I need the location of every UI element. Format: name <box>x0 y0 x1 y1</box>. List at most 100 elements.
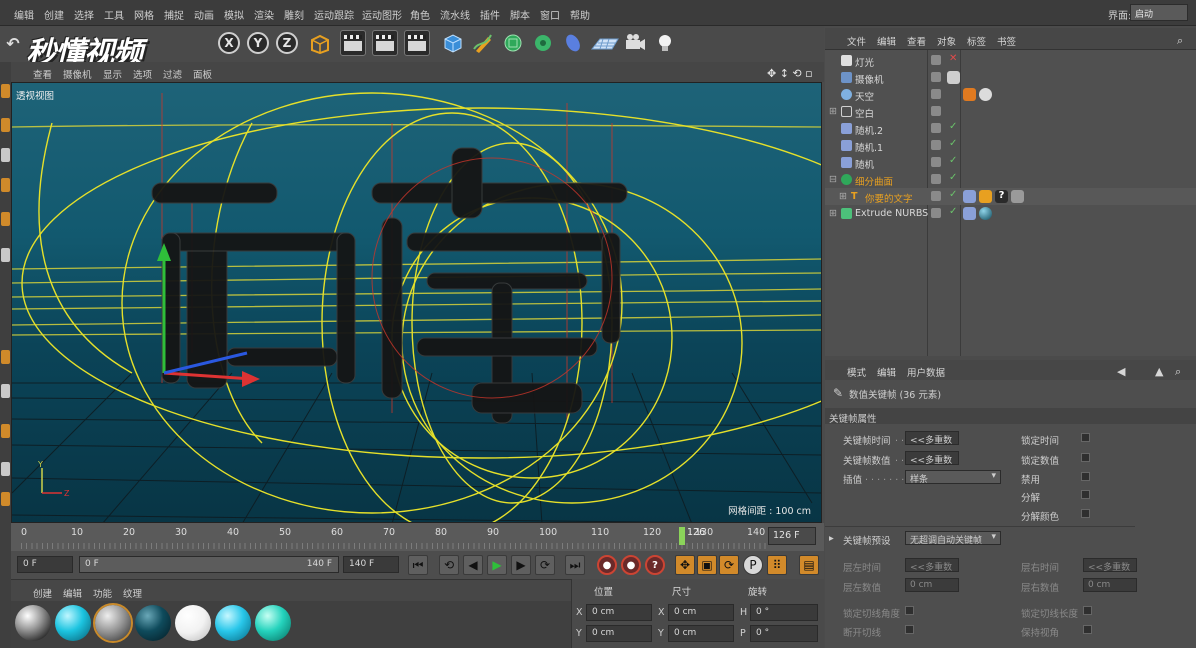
menu-item-help[interactable]: 帮助 <box>570 7 590 22</box>
viewport-menu-filter[interactable]: 过滤 <box>163 67 182 81</box>
menu-item-render[interactable]: 渲染 <box>254 7 274 22</box>
y-axis-lock-button[interactable]: Y <box>247 32 269 54</box>
object-row[interactable]: 天空 <box>825 86 1196 103</box>
cloner-icon[interactable] <box>530 30 556 56</box>
start-frame-field[interactable]: 0 F <box>17 556 73 573</box>
keyframe-preset-dropdown[interactable]: 无超调自动关键帧 ▾ <box>905 531 1001 546</box>
up-arrow-icon[interactable]: ▲ <box>1155 365 1163 378</box>
keep-visual-angle-checkbox[interactable] <box>1083 625 1092 634</box>
visibility-flag[interactable] <box>931 140 941 150</box>
keyframe-selection-icon[interactable]: ? <box>645 555 665 575</box>
lock-tangent-angle-checkbox[interactable] <box>905 606 914 615</box>
z-axis-lock-button[interactable]: Z <box>276 32 298 54</box>
visibility-flag[interactable] <box>931 72 941 82</box>
object-row[interactable]: 灯光 ✕ <box>825 52 1196 69</box>
effector-tag-icon[interactable] <box>979 190 992 203</box>
tool-snap-icon[interactable] <box>1 424 10 438</box>
next-frame-icon[interactable]: ▶ <box>511 555 531 575</box>
object-row[interactable]: 摄像机 <box>825 69 1196 86</box>
viewport-navigation-icon[interactable]: ✥ ↕ ⟲ ▫ <box>767 67 813 80</box>
visibility-flag[interactable] <box>931 208 941 218</box>
material-swatch-selected[interactable] <box>93 603 133 643</box>
object-row-selected[interactable]: ⊞ T 你要的文字 ✓ ? <box>825 188 1196 205</box>
viewport-menu-panel[interactable]: 面板 <box>193 67 212 81</box>
attr-menu-edit[interactable]: 编辑 <box>877 365 896 379</box>
timeline-layout-icon[interactable]: ▤ <box>799 555 819 575</box>
enabled-check-icon[interactable]: ✓ <box>949 206 957 217</box>
tool-edges-icon[interactable] <box>1 212 10 226</box>
left-time-field[interactable]: <<多重数 <box>905 558 959 573</box>
collapse-icon[interactable]: ⊟ <box>829 174 837 185</box>
play-icon[interactable]: ▶ <box>487 555 507 575</box>
frame-range-slider[interactable]: 0 F 140 F <box>79 556 339 573</box>
material-menu-create[interactable]: 创建 <box>33 586 52 600</box>
object-row[interactable]: 随机.2 ✓ <box>825 120 1196 137</box>
visibility-flag[interactable] <box>931 157 941 167</box>
unknown-tag-icon[interactable]: ? <box>995 190 1008 203</box>
goto-end-icon[interactable]: ⏭ <box>565 555 585 575</box>
menu-item-mograph[interactable]: 运动图形 <box>362 7 402 22</box>
camera-tag-icon[interactable] <box>947 71 960 84</box>
material-swatch[interactable] <box>135 605 171 641</box>
record-pla-icon[interactable]: ⠿ <box>767 555 787 575</box>
undo-icon[interactable]: ↶ <box>0 30 26 56</box>
preset-expand-icon[interactable]: ▸ <box>829 533 834 544</box>
menu-item-plugins[interactable]: 插件 <box>480 7 500 22</box>
menu-item-motion-tracking[interactable]: 运动跟踪 <box>314 7 354 22</box>
render-picture-viewer-icon[interactable] <box>372 30 398 56</box>
enabled-check-icon[interactable]: ✓ <box>949 155 957 166</box>
tool-points-icon[interactable] <box>1 178 10 192</box>
viewport-menu-view[interactable]: 查看 <box>33 67 52 81</box>
menu-item-tools[interactable]: 工具 <box>104 7 124 22</box>
visibility-flag[interactable] <box>931 123 941 133</box>
rotation-h-field[interactable]: 0 ° <box>750 604 818 621</box>
om-menu-objects[interactable]: 对象 <box>937 34 956 48</box>
lock-tangent-length-checkbox[interactable] <box>1083 606 1092 615</box>
menu-item-mesh[interactable]: 网格 <box>134 7 154 22</box>
size-x-field[interactable]: 0 cm <box>668 604 734 621</box>
size-y-field[interactable]: 0 cm <box>668 625 734 642</box>
tool-texture-icon[interactable] <box>1 118 10 132</box>
record-parameter-icon[interactable]: P <box>743 555 763 575</box>
texture-tag-icon[interactable] <box>1011 190 1024 203</box>
material-menu-function[interactable]: 功能 <box>93 586 112 600</box>
mograph-selection-tag-icon[interactable] <box>963 190 976 203</box>
material-swatch[interactable] <box>55 605 91 641</box>
compositing-tag-icon[interactable] <box>963 88 976 101</box>
menu-item-select[interactable]: 选择 <box>74 7 94 22</box>
material-swatch[interactable] <box>15 605 51 641</box>
menu-item-edit[interactable]: 编辑 <box>14 7 34 22</box>
object-row[interactable]: ⊞ 空白 <box>825 103 1196 120</box>
tool-workplane-icon[interactable] <box>1 148 10 162</box>
auto-key-icon[interactable]: ● <box>621 555 641 575</box>
tool-tweak-icon[interactable] <box>1 384 10 398</box>
object-row[interactable]: ⊟ 细分曲面 ✓ <box>825 171 1196 188</box>
goto-start-icon[interactable]: ⏮ <box>408 555 428 575</box>
menu-item-window[interactable]: 窗口 <box>540 7 560 22</box>
menu-item-simulate[interactable]: 模拟 <box>224 7 244 22</box>
prev-key-icon[interactable]: ⟲ <box>439 555 459 575</box>
expand-icon[interactable]: ⊞ <box>839 191 847 202</box>
material-tag-icon[interactable] <box>979 88 992 101</box>
record-scale-icon[interactable]: ▣ <box>697 555 717 575</box>
material-menu-edit[interactable]: 编辑 <box>63 586 82 600</box>
x-axis-lock-button[interactable]: X <box>218 32 240 54</box>
expand-icon[interactable]: ⊞ <box>829 106 837 117</box>
layout-dropdown[interactable]: 启动 <box>1130 4 1188 21</box>
visibility-flag[interactable] <box>931 174 941 184</box>
end-frame-field[interactable]: 140 F <box>343 556 399 573</box>
pen-spline-icon[interactable] <box>470 30 496 56</box>
back-arrow-icon[interactable]: ◀ <box>1117 365 1125 378</box>
subdivision-surface-icon[interactable] <box>500 30 526 56</box>
visibility-flag[interactable] <box>931 106 941 116</box>
material-swatch[interactable] <box>215 605 251 641</box>
current-frame-field[interactable]: 126 F <box>768 527 816 545</box>
right-time-field[interactable]: <<多重数 <box>1083 558 1137 573</box>
prev-frame-icon[interactable]: ◀ <box>463 555 483 575</box>
lock-value-checkbox[interactable] <box>1081 453 1090 462</box>
viewport-menu-display[interactable]: 显示 <box>103 67 122 81</box>
record-position-icon[interactable]: ✥ <box>675 555 695 575</box>
record-rotation-icon[interactable]: ⟳ <box>719 555 739 575</box>
floor-icon[interactable] <box>590 30 620 56</box>
object-row[interactable]: 随机 ✓ <box>825 154 1196 171</box>
